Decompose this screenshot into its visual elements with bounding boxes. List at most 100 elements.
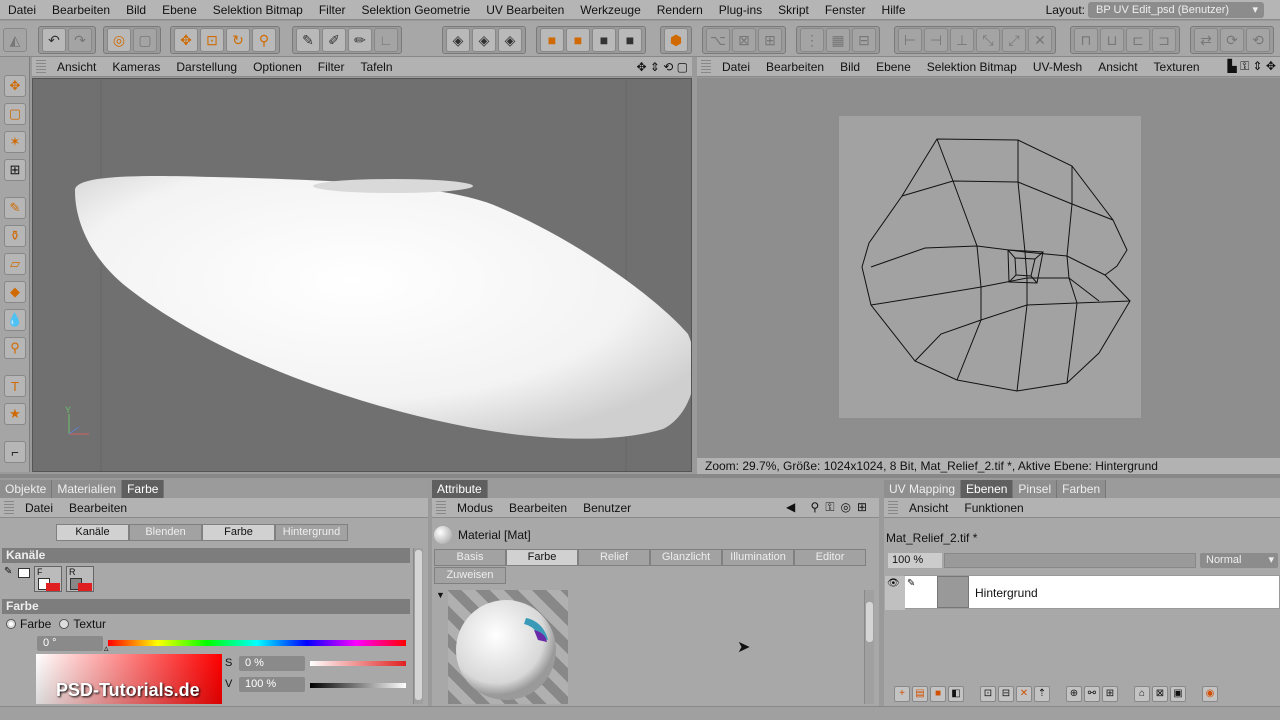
- align-icon-2[interactable]: ⊣: [924, 28, 948, 52]
- subtab-blenden[interactable]: Blenden: [129, 524, 202, 541]
- panel-divider[interactable]: [0, 474, 1280, 478]
- layer-flatten-icon[interactable]: ▣: [1170, 686, 1186, 702]
- layer-merge-icon[interactable]: ⊟: [998, 686, 1014, 702]
- uv-tool-icon-1[interactable]: ⌥: [706, 28, 730, 52]
- cube-icon-4[interactable]: ■: [618, 28, 642, 52]
- relax-icon-1[interactable]: ⇄: [1194, 28, 1218, 52]
- uv-menu-ansicht[interactable]: Ansicht: [1090, 60, 1145, 74]
- radio-farbe[interactable]: [6, 619, 16, 629]
- arrange-icon-4[interactable]: ⊐: [1152, 28, 1176, 52]
- menu-bild[interactable]: Bild: [118, 0, 154, 20]
- attribute-scroll-thumb[interactable]: [866, 602, 873, 642]
- uv-tool-icon-4[interactable]: ⋮: [800, 28, 824, 52]
- color-menu-bearbeiten[interactable]: Bearbeiten: [61, 501, 135, 515]
- redo-icon[interactable]: ↷: [68, 28, 92, 52]
- align-icon-1[interactable]: ⊢: [898, 28, 922, 52]
- align-icon-3[interactable]: ⊥: [950, 28, 974, 52]
- align-icon-4[interactable]: ⤡: [976, 28, 1000, 52]
- eraser-icon[interactable]: ▱: [4, 253, 26, 275]
- layer-mask-icon[interactable]: ◧: [948, 686, 964, 702]
- uv-menu-bild[interactable]: Bild: [832, 60, 868, 74]
- uv-menu-datei[interactable]: Datei: [714, 60, 758, 74]
- live-select-icon[interactable]: ◎: [107, 28, 131, 52]
- star-shape-icon[interactable]: ★: [4, 403, 26, 425]
- eyedropper-icon[interactable]: ⌐: [4, 441, 26, 463]
- vp-menu-darstellung[interactable]: Darstellung: [168, 60, 245, 74]
- viewport-3d[interactable]: Y: [32, 78, 692, 472]
- menu-werkzeuge[interactable]: Werkzeuge: [572, 0, 648, 20]
- uv-editor-view[interactable]: [697, 78, 1280, 458]
- channel-r[interactable]: R: [66, 566, 94, 592]
- subtab-kanaele[interactable]: Kanäle: [56, 524, 129, 541]
- layer-arrange-icon[interactable]: ⊠: [1152, 686, 1168, 702]
- menu-skript[interactable]: Skript: [770, 0, 817, 20]
- paint-setup-icon[interactable]: ✎: [296, 28, 320, 52]
- color-panel-scroll-thumb[interactable]: [415, 550, 422, 700]
- vp-menu-filter[interactable]: Filter: [310, 60, 353, 74]
- tab-materialien[interactable]: Materialien: [52, 480, 123, 498]
- uv-menu-ebene[interactable]: Ebene: [868, 60, 919, 74]
- arrange-icon-3[interactable]: ⊏: [1126, 28, 1150, 52]
- layer-group-icon[interactable]: ⊞: [1102, 686, 1118, 702]
- uv-menu-selektion-bitmap[interactable]: Selektion Bitmap: [919, 60, 1025, 74]
- vp-menu-tafeln[interactable]: Tafeln: [352, 60, 400, 74]
- mat-tab-editor[interactable]: Editor: [794, 549, 866, 566]
- uv-menu-uv-mesh[interactable]: UV-Mesh: [1025, 60, 1090, 74]
- fill-icon[interactable]: ◆: [4, 281, 26, 303]
- menu-filter[interactable]: Filter: [311, 0, 354, 20]
- menu-bearbeiten[interactable]: Bearbeiten: [44, 0, 118, 20]
- tool-mode-icon[interactable]: ◭: [3, 28, 27, 52]
- attribute-scrollbar[interactable]: [864, 590, 874, 704]
- menu-plug-ins[interactable]: Plug-ins: [711, 0, 770, 20]
- channel-swatches[interactable]: ✎ F R: [4, 566, 94, 594]
- layer-fill-icon[interactable]: ■: [930, 686, 946, 702]
- layer-lock-icon[interactable]: ⌂: [1134, 686, 1150, 702]
- layers-grip[interactable]: [888, 500, 898, 515]
- eye-icon[interactable]: 👁: [887, 578, 900, 589]
- rect-select-icon[interactable]: ▢: [4, 103, 26, 125]
- tab-ebenen[interactable]: Ebenen: [961, 480, 1014, 498]
- uv-menu-bearbeiten[interactable]: Bearbeiten: [758, 60, 832, 74]
- menu-ebene[interactable]: Ebene: [154, 0, 205, 20]
- rotate-icon[interactable]: ↻: [226, 28, 250, 52]
- arrange-icon-2[interactable]: ⊔: [1100, 28, 1124, 52]
- color-menu-datei[interactable]: Datei: [17, 501, 61, 515]
- v-field[interactable]: 100 %: [239, 677, 305, 692]
- align-icon-5[interactable]: ⤢: [1002, 28, 1026, 52]
- move-tool-icon[interactable]: ✥: [4, 75, 26, 97]
- opacity-field[interactable]: 100 %: [888, 553, 942, 568]
- scale-icon[interactable]: ⊡: [200, 28, 224, 52]
- radio-textur[interactable]: [59, 619, 70, 629]
- layer-select-icon[interactable]: ⊕: [1066, 686, 1082, 702]
- drop-icon[interactable]: 💧: [4, 309, 26, 331]
- relax-icon-3[interactable]: ⟲: [1246, 28, 1270, 52]
- new-folder-icon[interactable]: ▤: [912, 686, 928, 702]
- color-panel-scrollbar[interactable]: [413, 548, 423, 704]
- mat-tab-relief[interactable]: Relief: [578, 549, 650, 566]
- hue-field[interactable]: 0 °: [37, 636, 103, 651]
- uv-nav-icons[interactable]: ▙ ⚿ ⇕ ✥: [1228, 59, 1280, 74]
- projection-paint-icon[interactable]: ✏: [348, 28, 372, 52]
- fill-selection-icon[interactable]: ⊞: [4, 159, 26, 181]
- arrange-icon-1[interactable]: ⊓: [1074, 28, 1098, 52]
- vp-menu-kameras[interactable]: Kameras: [104, 60, 168, 74]
- menu-rendern[interactable]: Rendern: [649, 0, 711, 20]
- tab-attribute[interactable]: Attribute: [432, 480, 488, 498]
- material-preview[interactable]: [448, 590, 568, 704]
- menu-hilfe[interactable]: Hilfe: [874, 0, 914, 20]
- collapse-arrow-icon[interactable]: ▼: [436, 590, 445, 600]
- vp-menu-optionen[interactable]: Optionen: [245, 60, 310, 74]
- channel-icon-2[interactable]: ◈: [472, 28, 496, 52]
- vp-menu-ansicht[interactable]: Ansicht: [49, 60, 104, 74]
- mat-tab-zuweisen[interactable]: Zuweisen: [434, 567, 506, 584]
- attr-menu-benutzer[interactable]: Benutzer: [575, 501, 639, 515]
- layer-up-icon[interactable]: ⇡: [1034, 686, 1050, 702]
- attr-menu-modus[interactable]: Modus: [449, 501, 501, 515]
- blend-mode-select[interactable]: Normal ▾: [1200, 553, 1278, 568]
- relax-icon-2[interactable]: ⟳: [1220, 28, 1244, 52]
- subtab-farbe[interactable]: Farbe: [202, 524, 275, 541]
- attribute-grip[interactable]: [436, 500, 446, 515]
- uv-tool-icon-5[interactable]: ▦: [826, 28, 850, 52]
- magic-wand-icon[interactable]: ✶: [4, 131, 26, 153]
- menu-selektion-geometrie[interactable]: Selektion Geometrie: [354, 0, 479, 20]
